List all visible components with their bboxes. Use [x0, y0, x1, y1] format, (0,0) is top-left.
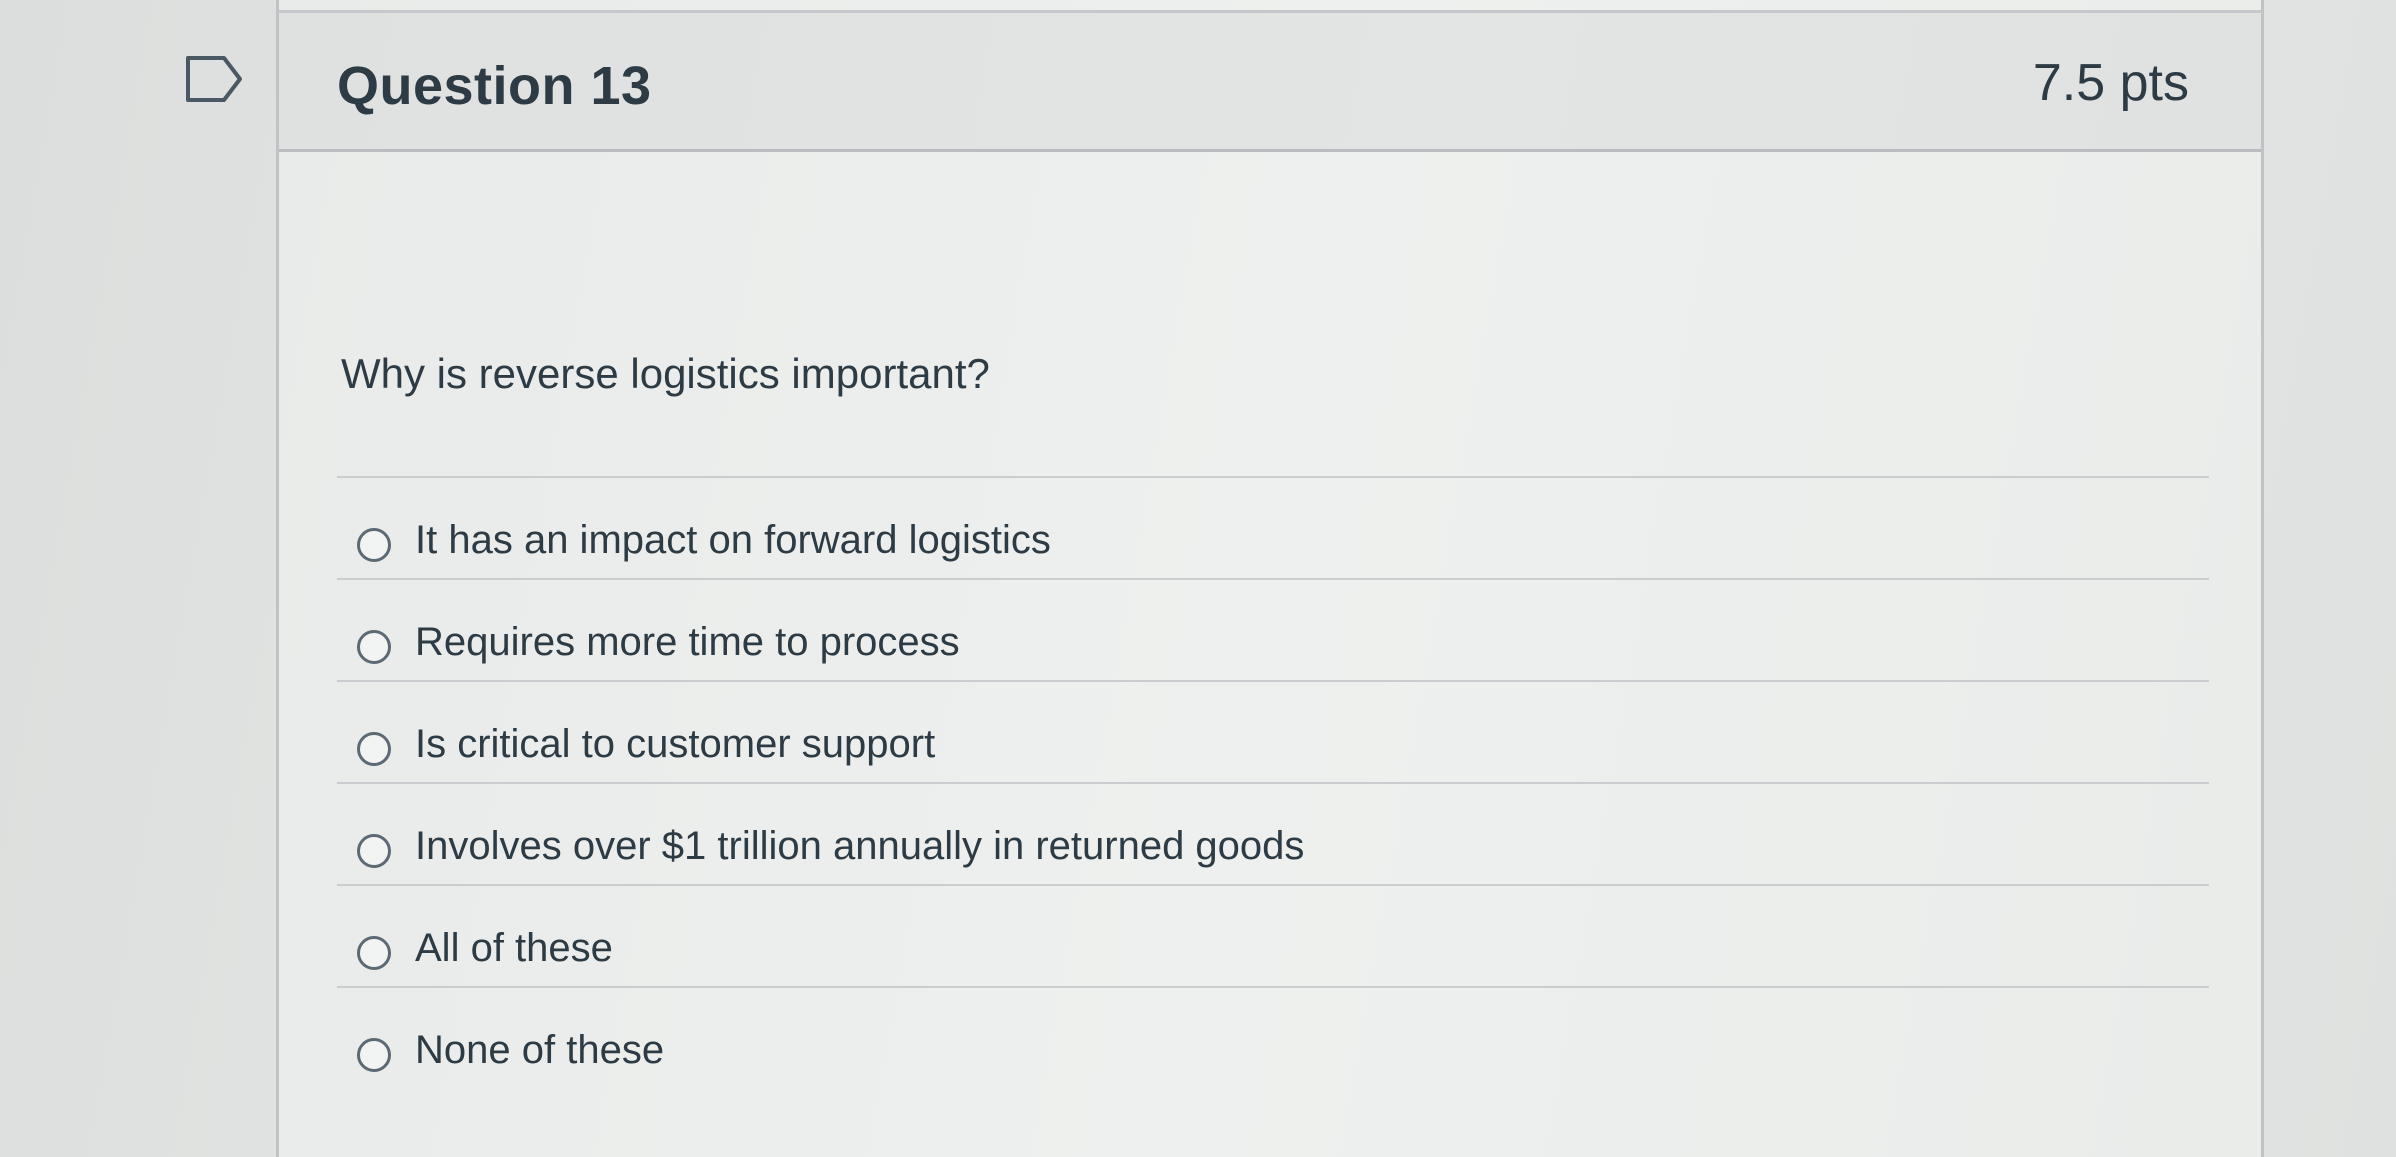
answer-option[interactable]: Involves over $1 trillion annually in re… [337, 782, 2209, 884]
radio-button[interactable] [357, 630, 391, 664]
answer-label[interactable]: All of these [415, 926, 613, 971]
answer-list: It has an impact on forward logistics Re… [337, 476, 2209, 1088]
radio-button[interactable] [357, 528, 391, 562]
answer-label[interactable]: Is critical to customer support [415, 722, 935, 767]
answer-option[interactable]: Is critical to customer support [337, 680, 2209, 782]
answer-option[interactable]: Requires more time to process [337, 578, 2209, 680]
radio-button[interactable] [357, 732, 391, 766]
answer-option[interactable]: None of these [337, 986, 2209, 1088]
radio-button[interactable] [357, 834, 391, 868]
radio-button[interactable] [357, 1038, 391, 1072]
answer-option[interactable]: It has an impact on forward logistics [337, 476, 2209, 578]
flag-icon[interactable] [184, 54, 244, 104]
answer-label[interactable]: It has an impact on forward logistics [415, 518, 1051, 563]
radio-button[interactable] [357, 936, 391, 970]
question-prompt: Why is reverse logistics important? [341, 350, 990, 397]
answer-label[interactable]: None of these [415, 1028, 664, 1073]
answer-label[interactable]: Involves over $1 trillion annually in re… [415, 824, 1304, 869]
answer-option[interactable]: All of these [337, 884, 2209, 986]
question-card: Question 13 7.5 pts Why is reverse logis… [276, 0, 2264, 1157]
question-points: 7.5 pts [2032, 54, 2189, 112]
answer-label[interactable]: Requires more time to process [415, 620, 960, 665]
question-title: Question 13 [337, 56, 652, 116]
question-header: Question 13 7.5 pts [279, 10, 2261, 152]
